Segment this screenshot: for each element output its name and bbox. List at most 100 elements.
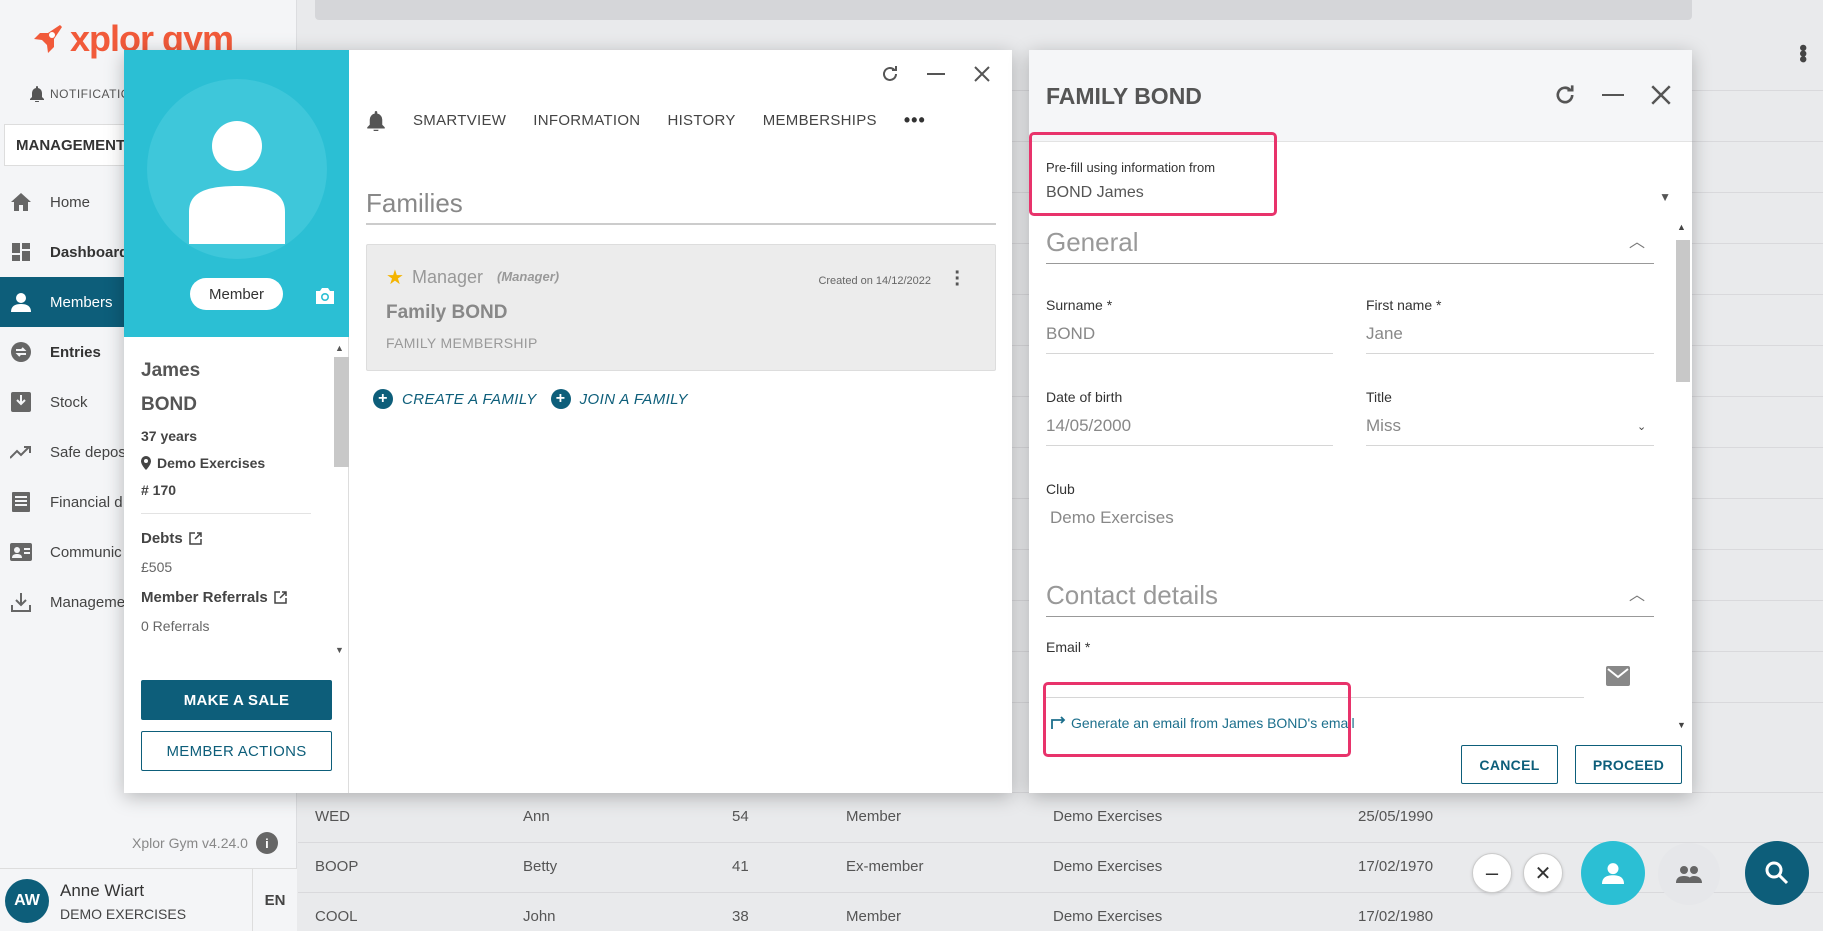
debts-link[interactable]: Debts [141, 530, 326, 547]
divider [1046, 616, 1654, 617]
dashboard-icon [10, 241, 32, 263]
search-bar[interactable] [315, 0, 1692, 20]
minimize-icon[interactable] [924, 62, 948, 86]
member-actions-button[interactable]: MEMBER ACTIONS [141, 731, 332, 771]
avatar[interactable]: AW [5, 879, 49, 923]
search-button[interactable] [1745, 841, 1809, 905]
minimize-icon[interactable] [1600, 82, 1626, 108]
surname-field[interactable]: BOND [1046, 324, 1095, 344]
create-family-button[interactable]: + CREATE A FAMILY [373, 389, 537, 409]
more-tabs-icon[interactable]: ••• [904, 110, 926, 131]
title-select[interactable]: Miss [1366, 416, 1401, 436]
first-name-field[interactable]: Jane [1366, 324, 1403, 344]
proceed-button[interactable]: PROCEED [1575, 745, 1682, 784]
profile-scrollbar[interactable]: ▲ ▼ [331, 343, 349, 658]
table-cell: Demo Exercises [1053, 908, 1163, 925]
cancel-button[interactable]: CANCEL [1461, 745, 1558, 784]
camera-icon[interactable] [313, 284, 337, 308]
table-cell: 17/02/1970 [1358, 858, 1434, 875]
scroll-down-icon[interactable]: ▼ [335, 645, 344, 655]
tab-history[interactable]: HISTORY [667, 112, 735, 129]
member-window-button[interactable] [1581, 841, 1645, 905]
sidebar-item-label: Entries [50, 343, 101, 361]
family-form-window: FAMILY BOND Pre-fill using information f… [1029, 50, 1692, 793]
home-icon [10, 191, 32, 213]
table-cell: Demo Exercises [1053, 808, 1163, 825]
referrals-value: 0 Referrals [141, 618, 210, 634]
tab-memberships[interactable]: MEMBERSHIPS [763, 112, 877, 129]
sidebar-item-label: Safe deposit [50, 443, 134, 461]
dropdown-arrow-icon[interactable]: ▼ [1659, 190, 1671, 204]
club-label: Club [1046, 481, 1075, 497]
referrals-label: Member Referrals [141, 589, 268, 606]
sidebar-item-label: Dashboard [50, 243, 129, 261]
open-external-icon [188, 532, 202, 545]
divider [366, 223, 996, 225]
create-family-label: CREATE A FAMILY [402, 390, 537, 408]
member-profile-panel: Member James BOND 37 years Demo Exercise… [124, 50, 349, 793]
table-cell: 25/05/1990 [1358, 808, 1434, 825]
entries-icon [10, 341, 32, 363]
chevron-up-icon[interactable]: ︿ [1629, 581, 1645, 605]
chevron-up-icon[interactable]: ︿ [1629, 228, 1645, 252]
first-name-label: First name * [1366, 297, 1442, 313]
make-sale-button[interactable]: MAKE A SALE [141, 680, 332, 720]
member-avatar[interactable] [147, 79, 327, 259]
refresh-icon[interactable] [878, 62, 902, 86]
sidebar-item-label: Members [50, 293, 113, 311]
family-role: Manager [412, 267, 484, 287]
version-text: Xplor Gym v4.24.0 [132, 835, 248, 851]
divider [141, 513, 311, 514]
dob-field[interactable]: 14/05/2000 [1046, 416, 1131, 436]
language-selector[interactable]: EN [252, 869, 297, 931]
scroll-up-icon[interactable]: ▲ [1677, 222, 1686, 232]
more-vert-icon[interactable]: · · · [954, 263, 961, 295]
field-underline [1046, 445, 1333, 446]
chevron-down-icon[interactable]: ⌄ [1637, 420, 1646, 433]
close-all-button[interactable]: ✕ [1523, 853, 1563, 893]
families-title: Families [366, 188, 463, 218]
minimize-all-button[interactable]: – [1472, 853, 1512, 893]
close-icon[interactable] [1648, 82, 1674, 108]
referrals-link[interactable]: Member Referrals [141, 589, 326, 606]
family-form-body: General ︿ Surname * BOND First name * Ja… [1029, 218, 1672, 733]
bell-icon[interactable] [366, 110, 386, 131]
member-tabs: SMARTVIEW INFORMATION HISTORY MEMBERSHIP… [366, 110, 926, 131]
table-cell: Demo Exercises [1053, 858, 1163, 875]
tab-smartview[interactable]: SMARTVIEW [413, 112, 506, 129]
family-form-title: FAMILY BOND [1046, 83, 1202, 109]
member-first-name: James [141, 360, 201, 381]
table-row[interactable]: WED Ann 54 Member Demo Exercises 25/05/1… [298, 792, 1823, 842]
table-cell: WED [315, 808, 350, 825]
club-value: Demo Exercises [1050, 508, 1174, 527]
family-card[interactable]: ★ Manager (Manager) Created on 14/12/202… [366, 244, 996, 371]
window-controls [878, 62, 994, 86]
table-cell: COOL [315, 908, 358, 925]
dob-label: Date of birth [1046, 389, 1123, 405]
close-icon[interactable] [970, 62, 994, 86]
sidebar-item-label: Financial d [50, 493, 123, 511]
table-cell: 17/02/1980 [1358, 908, 1434, 925]
tab-information[interactable]: INFORMATION [533, 112, 640, 129]
scroll-down-icon[interactable]: ▼ [1677, 720, 1686, 730]
form-scrollbar[interactable]: ▲ ▼ [1672, 218, 1692, 733]
table-cell: 38 [732, 908, 749, 925]
scroll-thumb[interactable] [334, 357, 349, 467]
family-membership-type: FAMILY MEMBERSHIP [386, 335, 538, 351]
family-window-button[interactable] [1658, 843, 1720, 905]
mail-icon[interactable] [1606, 666, 1630, 686]
window-controls [1552, 82, 1674, 108]
scroll-thumb[interactable] [1676, 240, 1690, 382]
refresh-icon[interactable] [1552, 82, 1578, 108]
bell-icon [30, 86, 44, 102]
scroll-up-icon[interactable]: ▲ [335, 343, 344, 353]
join-family-button[interactable]: + JOIN A FAMILY [550, 389, 688, 409]
user-name: Anne Wiart [60, 881, 145, 900]
debts-value: £505 [141, 559, 173, 575]
member-age: 37 years [141, 428, 198, 444]
user-club: DEMO EXERCISES [60, 906, 187, 922]
table-cell: 54 [732, 808, 749, 825]
info-icon[interactable]: i [255, 832, 278, 854]
family-created-date: Created on 14/12/2022 [818, 275, 931, 287]
field-underline [1366, 353, 1654, 354]
